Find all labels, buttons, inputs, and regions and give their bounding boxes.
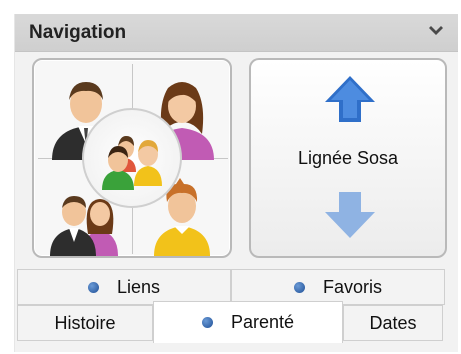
tab-label: Parenté [230, 312, 295, 332]
tab-label: Dates [369, 312, 417, 333]
sosa-label: Lignée Sosa [297, 148, 399, 168]
tab-bullet-icon [293, 281, 305, 293]
cropped-previous-row [0, 0, 461, 14]
arrow-down-icon[interactable] [323, 190, 377, 240]
family-navigation-button[interactable] [32, 58, 232, 258]
tab-label: Liens [116, 276, 161, 297]
tab-favoris[interactable]: Favoris [231, 269, 445, 305]
tab-liens[interactable]: Liens [17, 269, 231, 305]
tab-parente[interactable]: Parenté [153, 301, 343, 343]
arrow-up-icon[interactable] [323, 74, 377, 124]
sosa-lineage-button[interactable]: Lignée Sosa [249, 58, 447, 258]
panel-header[interactable]: Navigation [15, 14, 458, 52]
tab-label: Histoire [54, 312, 116, 333]
tab-histoire[interactable]: Histoire [17, 305, 153, 341]
chevron-down-icon[interactable] [428, 25, 444, 39]
tab-label: Favoris [322, 276, 382, 297]
family-center [82, 108, 182, 208]
navigation-panel: Navigation Lignée Sosa Liens Favoris His… [14, 14, 458, 352]
tab-bullet-icon [87, 281, 99, 293]
tab-bullet-icon [201, 317, 213, 328]
panel-title: Navigation [29, 22, 127, 43]
tab-dates[interactable]: Dates [343, 305, 443, 341]
family-group-icon [102, 136, 162, 190]
